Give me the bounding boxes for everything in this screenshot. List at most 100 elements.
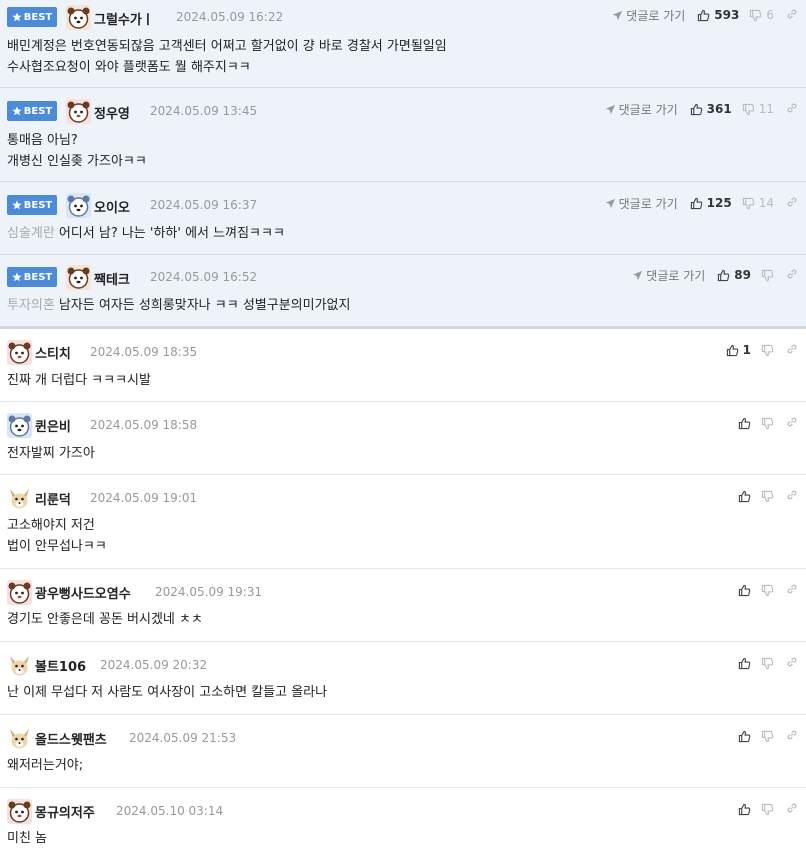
avatar[interactable] <box>7 413 32 438</box>
comment-nickname[interactable]: 스티치 <box>35 343 71 362</box>
star-icon <box>12 106 22 116</box>
best-badge: BEST <box>7 7 57 27</box>
reply-label: 댓글로 가기 <box>618 196 678 211</box>
copy-link-button[interactable] <box>786 583 798 598</box>
avatar[interactable] <box>66 265 91 290</box>
like-button[interactable]: 125 <box>690 196 732 210</box>
dislike-button[interactable] <box>761 417 774 430</box>
dislike-button[interactable] <box>761 803 774 816</box>
comment-item: 올드스웻팬츠 2024.05.09 21:53 왜저러는거야; <box>0 715 806 788</box>
reply-label: 댓글로 가기 <box>618 102 678 117</box>
reply-button[interactable]: 댓글로 가기 <box>632 267 705 284</box>
comment-actions <box>738 413 798 433</box>
comment-nickname[interactable]: 광우뻥사드오염수 <box>35 583 131 602</box>
comment-body: 난 이제 무섭다 저 사람도 여사장이 고소하면 칼들고 올라나 <box>7 682 327 703</box>
comment-line: 투자의혼 남자든 여자든 성희롱맞자나 ㅋㅋ 성별구분의미가없지 <box>7 295 350 316</box>
thumbs-down-icon <box>761 803 774 815</box>
best-label: BEST <box>23 105 53 117</box>
comment-nickname[interactable]: 그럴수가ㅣ <box>94 9 154 28</box>
like-button[interactable] <box>738 417 751 430</box>
dislike-button[interactable] <box>761 490 774 503</box>
comment-date: 2024.05.09 21:53 <box>129 731 237 745</box>
avatar[interactable] <box>66 99 91 124</box>
comment-nickname[interactable]: 볼트106 <box>35 656 86 675</box>
avatar[interactable] <box>66 193 91 218</box>
avatar[interactable] <box>66 5 91 30</box>
best-badge: BEST <box>7 101 57 121</box>
comment-item: 퀸은비 2024.05.09 18:58 전자발찌 가즈아 <box>0 402 806 475</box>
reply-button[interactable]: 댓글로 가기 <box>605 101 678 118</box>
copy-link-button[interactable] <box>786 656 798 671</box>
like-button[interactable]: 1 <box>726 343 751 357</box>
dislike-button[interactable]: 11 <box>742 102 774 116</box>
like-button[interactable] <box>738 803 751 816</box>
reply-button[interactable]: 댓글로 가기 <box>612 7 685 24</box>
comment-nickname[interactable]: 짹테크 <box>94 269 130 288</box>
comment-body: 심술계란 어디서 남? 나는 '하하' 에서 느껴짐ㅋㅋㅋ <box>7 223 285 244</box>
copy-link-button[interactable] <box>786 729 798 744</box>
comment-nickname[interactable]: 리룬덕 <box>35 489 71 508</box>
copy-link-button[interactable] <box>786 8 798 23</box>
comment-nickname[interactable]: 올드스웻팬츠 <box>35 729 107 748</box>
copy-link-button[interactable] <box>786 489 798 504</box>
avatar[interactable] <box>7 799 32 824</box>
comment-actions: 댓글로 가기 361 11 <box>605 99 798 119</box>
dislike-button[interactable] <box>761 657 774 670</box>
avatar[interactable] <box>7 486 32 511</box>
comment-list: BEST 그럴수가ㅣ 2024.05.09 16:22 댓글로 가기 593 6 <box>0 0 806 858</box>
copy-link-button[interactable] <box>786 416 798 431</box>
dislike-button[interactable] <box>761 730 774 743</box>
thumbs-down-icon <box>761 584 774 596</box>
like-button[interactable]: 593 <box>697 8 739 22</box>
comment-date: 2024.05.09 20:32 <box>100 658 208 672</box>
link-icon <box>787 803 797 812</box>
like-count: 361 <box>706 102 732 116</box>
star-icon <box>12 200 22 210</box>
dislike-button[interactable] <box>761 269 774 282</box>
comment-body: 투자의혼 남자든 여자든 성희롱맞자나 ㅋㅋ 성별구분의미가없지 <box>7 295 350 316</box>
copy-link-button[interactable] <box>786 196 798 211</box>
like-button[interactable] <box>738 584 751 597</box>
thumbs-up-icon <box>690 103 702 115</box>
comment-item: 몽규의저주 2024.05.10 03:14 미친 놈 <box>0 788 806 858</box>
comment-date: 2024.05.09 19:01 <box>90 491 198 505</box>
avatar[interactable] <box>7 340 32 365</box>
copy-link-button[interactable] <box>786 343 798 358</box>
comment-nickname[interactable]: 오이오 <box>94 197 130 216</box>
copy-link-button[interactable] <box>786 268 798 283</box>
like-button[interactable]: 361 <box>690 102 732 116</box>
dislike-button[interactable] <box>761 344 774 357</box>
like-button[interactable] <box>738 657 751 670</box>
reply-button[interactable]: 댓글로 가기 <box>605 195 678 212</box>
avatar[interactable] <box>7 653 32 678</box>
avatar[interactable] <box>7 726 32 751</box>
comment-nickname[interactable]: 정우영 <box>94 103 130 122</box>
comment-body: 고소해야지 저건 법이 안무섭나ㅋㅋ <box>7 515 107 557</box>
like-button[interactable] <box>738 730 751 743</box>
like-count: 125 <box>706 196 732 210</box>
dislike-count: 14 <box>758 196 774 210</box>
dislike-button[interactable]: 14 <box>742 196 774 210</box>
avatar[interactable] <box>7 580 32 605</box>
thumbs-up-icon <box>718 269 730 281</box>
comment-item: 광우뻥사드오염수 2024.05.09 19:31 경기도 안좋은데 꽁돈 버시… <box>0 569 806 642</box>
link-icon <box>787 584 797 593</box>
link-icon <box>787 417 797 426</box>
dislike-count: 6 <box>766 8 774 22</box>
like-button[interactable] <box>738 490 751 503</box>
dislike-button[interactable] <box>761 584 774 597</box>
best-label: BEST <box>23 271 53 283</box>
comment-nickname[interactable]: 퀸은비 <box>35 416 71 435</box>
like-count: 593 <box>714 8 740 22</box>
comment-line: 고소해야지 저건 <box>7 518 95 533</box>
comment-line: 경기도 안좋은데 꽁돈 버시겠네 ㅊㅊ <box>7 612 203 627</box>
comment-nickname[interactable]: 몽규의저주 <box>35 802 95 821</box>
like-button[interactable]: 89 <box>717 268 751 282</box>
copy-link-button[interactable] <box>786 102 798 117</box>
link-icon <box>787 269 797 278</box>
comment-date: 2024.05.09 18:58 <box>90 418 198 432</box>
dislike-button[interactable]: 6 <box>749 8 774 22</box>
comment-actions: 댓글로 가기 593 6 <box>612 5 798 25</box>
link-icon <box>787 490 797 499</box>
copy-link-button[interactable] <box>786 802 798 817</box>
